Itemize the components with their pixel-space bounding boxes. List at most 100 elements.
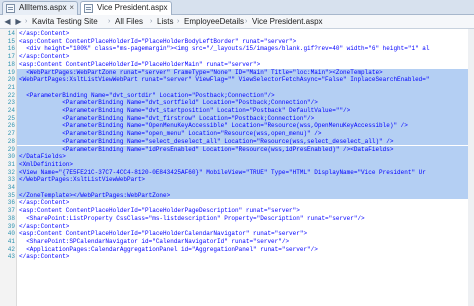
line-number: 33	[7, 176, 15, 184]
selection-highlight	[17, 153, 468, 161]
line-number: 31	[7, 160, 15, 168]
code-line[interactable]: 24 <ParameterBinding Name="dvt_startposi…	[0, 107, 474, 115]
code-line[interactable]: 36 </asp:Content>	[0, 199, 474, 207]
code-line[interactable]: 28 <ParameterBinding Name="select_desele…	[0, 137, 474, 146]
code-text: <View Name="{7E5FE21C-37C7-4CC4-8120-0E8…	[19, 168, 426, 176]
code-line[interactable]: 43 </asp:Content>	[0, 253, 474, 261]
code-line[interactable]: 33 </WebPartPages:XsltListViewWebPart>	[0, 176, 474, 184]
code-line[interactable]: 15 <asp:Content ContentPlaceHolderId="Pla…	[0, 38, 474, 46]
line-number: 38	[7, 214, 15, 222]
code-text: <ParameterBinding Name="select_deselect_…	[19, 137, 394, 145]
code-line[interactable]: 20 <WebPartPages:XsltListViewWebPart runa…	[0, 76, 474, 84]
line-number: 29	[7, 145, 15, 153]
back-arrow-icon[interactable]: ◀	[2, 16, 13, 27]
code-text: <SharePoint:ListProperty CssClass="ms-li…	[19, 214, 365, 222]
line-number: 36	[7, 199, 15, 207]
line-number: 25	[7, 114, 15, 122]
code-text: <ParameterBinding Name="dvt_sortdir" Loc…	[19, 91, 275, 99]
code-text: <asp:Content ContentPlaceHolderId="Place…	[19, 60, 261, 68]
code-line[interactable]: 42 <ApplicationPages:CalendarAggregation…	[0, 246, 474, 254]
line-number: 22	[7, 91, 15, 99]
tab-label: AllItems.aspx	[19, 3, 67, 12]
code-line[interactable]: 30 </DataFields>	[0, 153, 474, 161]
code-text: <XmlDefinition>	[19, 160, 74, 168]
code-line[interactable]: 31 <XmlDefinition>	[0, 160, 474, 169]
code-line[interactable]: 26 <ParameterBinding Name="OpenMenuKeyAc…	[0, 122, 474, 131]
line-number: 14	[7, 30, 15, 37]
code-line[interactable]: 22 <ParameterBinding Name="dvt_sortdir" …	[0, 91, 474, 100]
code-line[interactable]: 41 <SharePoint:SPCalendarNavigator id="C…	[0, 238, 474, 246]
code-text: <div height="100%" class="ms-pagemargin"…	[19, 45, 430, 53]
code-text: <asp:Content ContentPlaceHolderId="Place…	[19, 230, 308, 238]
line-number: 30	[7, 153, 15, 161]
line-number: 34	[7, 184, 15, 191]
selection-highlight	[17, 160, 468, 169]
code-line[interactable]: 27 <ParameterBinding Name="open_menu" Lo…	[0, 130, 474, 138]
code-line[interactable]: 39 </asp:Content>	[0, 223, 474, 231]
tab-allitems[interactable]: AllItems.aspx ×	[2, 1, 78, 15]
selection-highlight	[17, 83, 468, 92]
code-line[interactable]: 38 <SharePoint:ListProperty CssClass="ms…	[0, 215, 474, 223]
code-text: </WebPartPages:XsltListViewWebPart>	[19, 176, 146, 184]
line-number: 32	[7, 168, 15, 176]
code-line[interactable]: 14 </asp:Content>	[0, 30, 474, 38]
line-number: 17	[7, 53, 15, 61]
close-tab-icon[interactable]: ×	[69, 2, 74, 14]
code-line[interactable]: 23 <ParameterBinding Name="dvt_sortfield…	[0, 99, 474, 107]
line-number: 16	[7, 45, 15, 53]
code-text: <ParameterBinding Name="idPresEnabled" L…	[19, 145, 394, 153]
code-text: <SharePoint:SPCalendarNavigator id="Cale…	[19, 237, 290, 245]
code-line[interactable]: 19 <WebPartPages:WebPartZone runat="serv…	[0, 68, 474, 77]
code-editor[interactable]: 14 </asp:Content> 15 <asp:Content ContentPl…	[0, 29, 474, 306]
code-text: </ZoneTemplate></WebPartPages:WebPartZon…	[19, 191, 171, 199]
code-line[interactable]: 17 </asp:Content>	[0, 53, 474, 61]
line-number: 39	[7, 222, 15, 230]
breadcrumb-lists[interactable]: Lists	[157, 15, 173, 28]
line-number: 35	[7, 191, 15, 199]
code-line[interactable]: 32 <View Name="{7E5FE21C-37C7-4CC4-8120-0…	[0, 168, 474, 177]
line-number: 20	[7, 76, 15, 84]
breadcrumb-separator: ›	[177, 18, 180, 25]
code-text: <ParameterBinding Name="dvt_startpositio…	[19, 107, 351, 114]
tab-vice-president[interactable]: Vice President.aspx	[80, 1, 172, 16]
breadcrumb-all-files[interactable]: All Files	[115, 15, 143, 28]
code-text: <ParameterBinding Name="OpenMenuKeyAcces…	[19, 122, 408, 130]
code-line[interactable]: 18 <asp:Content ContentPlaceHolderId="Pla…	[0, 61, 474, 69]
page-icon	[84, 4, 93, 13]
line-number: 18	[7, 60, 15, 68]
code-line[interactable]: 21	[0, 83, 474, 92]
vertical-scrollbar[interactable]	[468, 29, 474, 306]
line-number: 37	[7, 207, 15, 215]
page-icon	[6, 4, 15, 13]
line-number: 26	[7, 122, 15, 130]
code-text: </asp:Content>	[19, 199, 70, 207]
line-number: 28	[7, 137, 15, 145]
code-line[interactable]: 34	[0, 184, 474, 192]
breadcrumb-separator: ›	[108, 18, 111, 25]
code-line[interactable]: 16 <div height="100%" class="ms-pagemarg…	[0, 45, 474, 53]
code-line[interactable]: 40 <asp:Content ContentPlaceHolderId="Pla…	[0, 230, 474, 238]
breadcrumb-current-file: Vice President.aspx	[252, 17, 323, 26]
line-number: 42	[7, 245, 15, 253]
line-number: 19	[7, 68, 15, 76]
code-text: <ParameterBinding Name="dvt_firstrow" Lo…	[19, 114, 315, 122]
line-number: 24	[7, 107, 15, 114]
forward-arrow-icon[interactable]: ▶	[13, 16, 24, 27]
code-text: </asp:Content>	[19, 253, 70, 261]
breadcrumb: ◀ ▶ › Kavita Testing Site › All Files › …	[0, 15, 474, 29]
tab-strip: AllItems.aspx × Vice President.aspx	[0, 0, 474, 16]
line-number: 21	[7, 83, 15, 91]
code-text: <ParameterBinding Name="open_menu" Locat…	[19, 130, 322, 138]
code-line[interactable]: 35 </ZoneTemplate></WebPartPages:WebPartZ…	[0, 191, 474, 200]
code-text: </asp:Content>	[19, 30, 70, 37]
line-number: 27	[7, 130, 15, 138]
breadcrumb-employee-details[interactable]: EmployeeDetails	[184, 15, 244, 28]
code-text: <asp:Content ContentPlaceHolderId="Place…	[19, 207, 300, 215]
tab-label: Vice President.aspx	[97, 3, 168, 12]
code-line[interactable]: 37 <asp:Content ContentPlaceHolderId="Pla…	[0, 207, 474, 215]
line-number: 41	[7, 237, 15, 245]
code-line[interactable]: 29 <ParameterBinding Name="idPresEnabled…	[0, 145, 474, 154]
code-text: <ParameterBinding Name="dvt_sortfield" L…	[19, 99, 318, 107]
code-line[interactable]: 25 <ParameterBinding Name="dvt_firstrow"…	[0, 114, 474, 123]
breadcrumb-site[interactable]: Kavita Testing Site	[32, 15, 98, 28]
